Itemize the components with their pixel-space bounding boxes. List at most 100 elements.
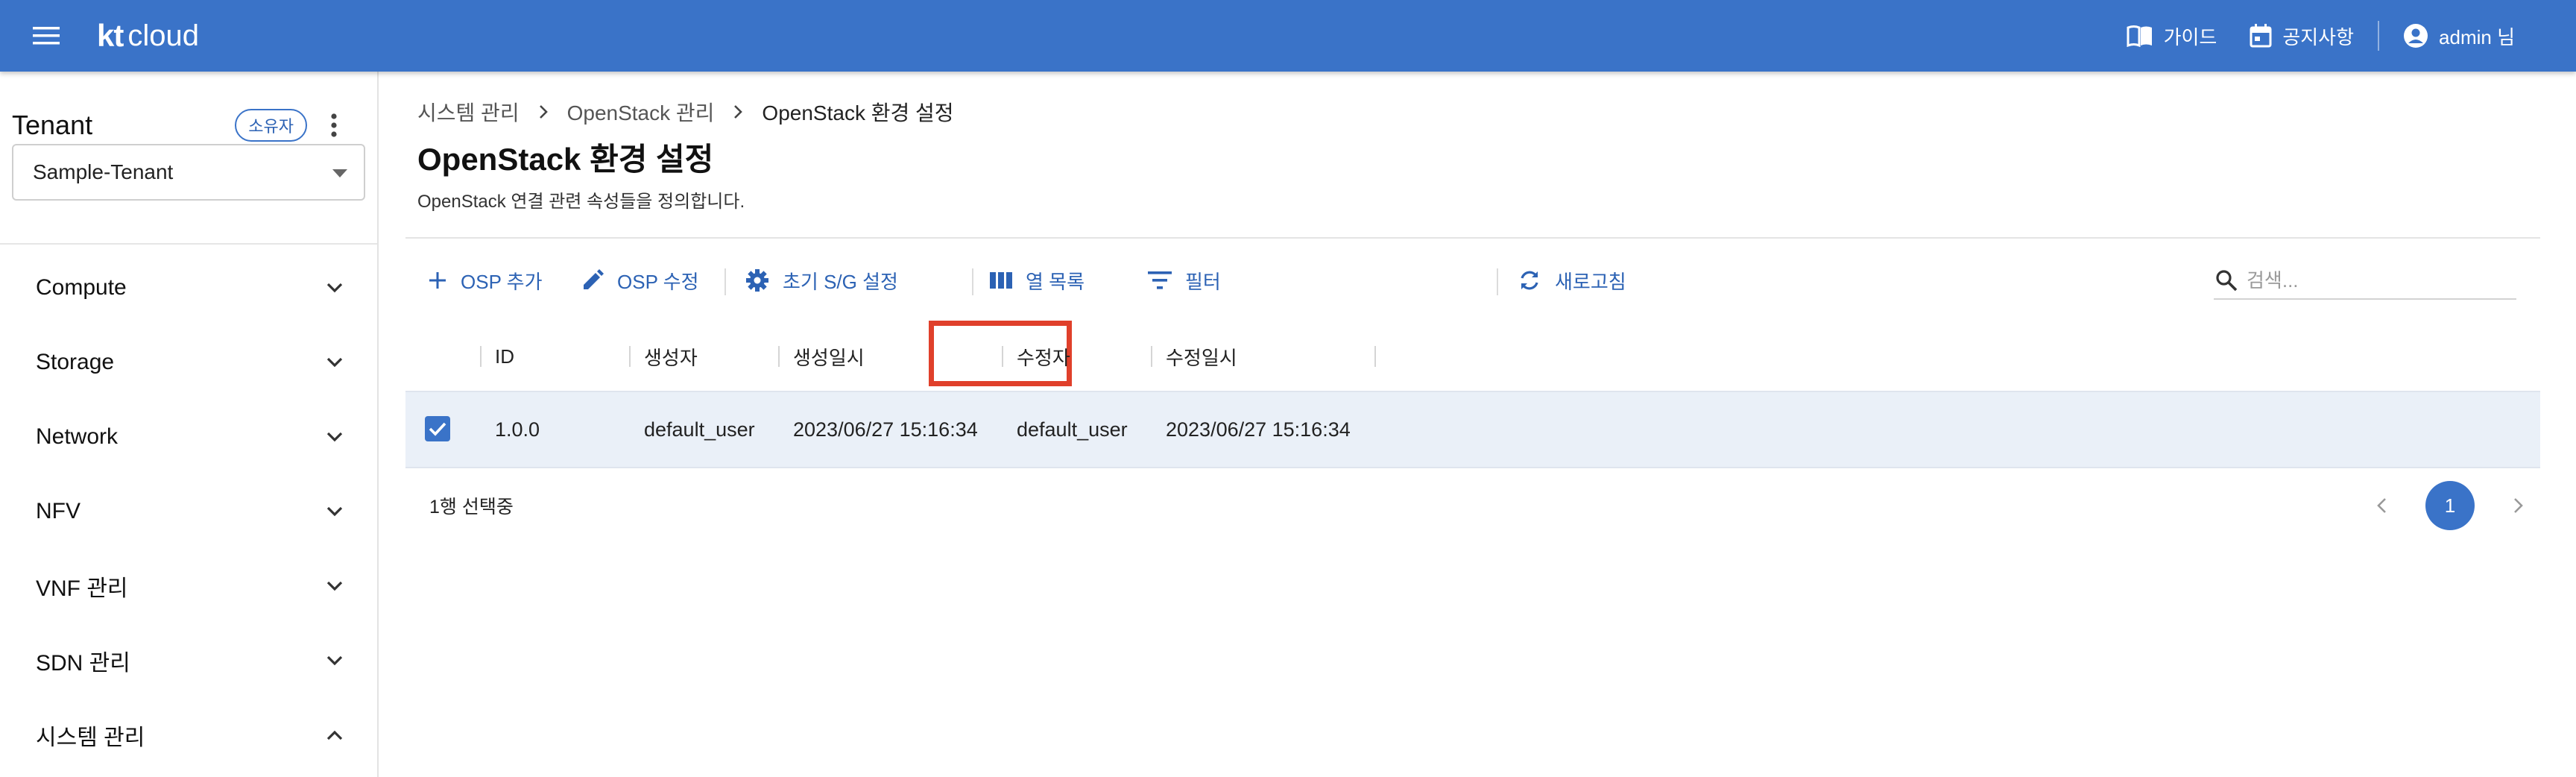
gear-icon — [745, 268, 769, 292]
sidebar-item-label: NFV — [36, 499, 80, 523]
tenant-select[interactable]: Sample-Tenant — [12, 144, 365, 201]
view-column-icon — [990, 272, 1012, 289]
sidebar-item-label: VNF 관리 — [36, 576, 128, 601]
prev-page-icon[interactable] — [2370, 491, 2393, 520]
pencil-icon — [581, 269, 604, 292]
sidebar-item-label: 시스템 관리 — [36, 726, 145, 750]
toolbar-divider — [972, 268, 973, 295]
chevron-down-icon — [326, 283, 343, 293]
add-osp-label: OSP 추가 — [461, 270, 543, 293]
toolbar-divider — [724, 268, 726, 295]
sidebar: Tenant 소유자 Sample-Tenant Compute Storage… — [0, 72, 379, 777]
column-separator — [1374, 346, 1376, 367]
check-icon — [429, 421, 446, 436]
column-header-creator[interactable]: 생성자 — [644, 324, 698, 389]
guide-label: 가이드 — [2163, 25, 2217, 48]
chevron-right-icon — [539, 104, 548, 119]
chevron-down-icon — [326, 655, 343, 666]
cell-creator: default_user — [644, 418, 755, 441]
sidebar-item-nfv[interactable]: NFV — [0, 474, 377, 549]
page-description: OpenStack 연결 관련 속성들을 정의합니다. — [417, 192, 745, 212]
column-separator — [629, 346, 631, 367]
column-separator — [480, 346, 482, 367]
search-input[interactable] — [2247, 268, 2500, 292]
next-page-icon[interactable] — [2507, 491, 2530, 520]
refresh-icon — [1518, 268, 1541, 292]
refresh-button[interactable]: 새로고침 — [1518, 245, 1626, 316]
columns-label: 열 목록 — [1026, 270, 1085, 293]
kt-cloud-logo[interactable]: kt cloud — [97, 13, 199, 58]
sidebar-nav: Compute Storage Network NFV VNF 관리 SDN 관… — [0, 251, 377, 773]
sidebar-item-label: Storage — [36, 350, 115, 374]
sidebar-item-sdn[interactable]: SDN 관리 — [0, 623, 377, 698]
column-separator — [1002, 346, 1003, 367]
user-label: admin 님 — [2439, 25, 2515, 48]
main-content: 시스템 관리 OpenStack 관리 OpenStack 환경 설정 Open… — [380, 72, 2576, 777]
sidebar-item-label: SDN 관리 — [36, 651, 130, 676]
breadcrumb-item-current: OpenStack 환경 설정 — [762, 101, 954, 125]
chevron-down-icon — [326, 357, 343, 368]
breadcrumb-item-openstack[interactable]: OpenStack 관리 — [567, 97, 715, 127]
cell-id: 1.0.0 — [495, 418, 540, 441]
plus-icon — [428, 271, 447, 290]
sidebar-item-vnf[interactable]: VNF 관리 — [0, 549, 377, 623]
logo-kt-text: kt — [97, 18, 124, 53]
initial-sg-button[interactable]: 초기 S/G 설정 — [745, 245, 898, 316]
edit-osp-button[interactable]: OSP 수정 — [581, 245, 699, 316]
sidebar-divider — [0, 243, 377, 245]
account-circle-icon — [2403, 23, 2428, 48]
page-button-current[interactable]: 1 — [2425, 481, 2475, 530]
table-row[interactable]: 1.0.0 default_user 2023/06/27 15:16:34 d… — [405, 391, 2540, 468]
columns-button[interactable]: 열 목록 — [990, 245, 1085, 316]
cell-created: 2023/06/27 15:16:34 — [793, 418, 978, 441]
filter-label: 필터 — [1185, 270, 1221, 293]
table-header: ID 생성자 생성일시 수정자 수정일시 — [405, 324, 2540, 389]
pagination: 1 — [2370, 480, 2530, 531]
sidebar-item-storage[interactable]: Storage — [0, 325, 377, 400]
user-menu[interactable]: admin 님 — [2387, 22, 2531, 50]
column-header-id[interactable]: ID — [495, 324, 514, 389]
breadcrumb-item-system[interactable]: 시스템 관리 — [417, 97, 520, 127]
refresh-label: 새로고침 — [1555, 270, 1626, 293]
logo-cloud-text: cloud — [127, 19, 199, 52]
tenant-header: Tenant 소유자 — [12, 103, 355, 148]
top-app-bar: kt cloud 가이드 공지사항 admin 님 — [0, 0, 2576, 72]
add-osp-button[interactable]: OSP 추가 — [428, 245, 543, 316]
calendar-icon — [2250, 24, 2272, 48]
sidebar-item-network[interactable]: Network — [0, 400, 377, 474]
column-header-modified[interactable]: 수정일시 — [1166, 324, 1237, 389]
notice-link[interactable]: 공지사항 — [2233, 22, 2370, 50]
more-vert-icon[interactable] — [319, 109, 349, 142]
sidebar-item-compute[interactable]: Compute — [0, 251, 377, 325]
chevron-right-icon — [733, 104, 743, 119]
sidebar-item-label: Compute — [36, 275, 127, 300]
cell-modified: 2023/06/27 15:16:34 — [1166, 418, 1351, 441]
breadcrumb: 시스템 관리 OpenStack 관리 OpenStack 환경 설정 — [417, 97, 954, 127]
page-title: OpenStack 환경 설정 — [417, 142, 714, 177]
search-box[interactable] — [2214, 262, 2516, 300]
filter-icon — [1148, 271, 1172, 289]
column-header-modifier[interactable]: 수정자 — [1017, 324, 1070, 389]
filter-button[interactable]: 필터 — [1148, 245, 1221, 316]
table-footer: 1행 선택중 1 — [405, 470, 2540, 541]
row-checkbox[interactable] — [425, 416, 450, 441]
hamburger-menu-icon[interactable] — [30, 21, 63, 51]
tenant-title: Tenant — [12, 110, 93, 140]
sidebar-item-label: Network — [36, 424, 119, 449]
chevron-down-icon — [326, 506, 343, 517]
column-separator — [1151, 346, 1152, 367]
sidebar-item-system[interactable]: 시스템 관리 — [0, 698, 377, 773]
edit-osp-label: OSP 수정 — [617, 270, 699, 293]
initial-sg-label: 초기 S/G 설정 — [783, 270, 898, 293]
guide-link[interactable]: 가이드 — [2110, 22, 2234, 50]
header-divider — [2378, 21, 2380, 51]
header-divider — [405, 237, 2540, 239]
dropdown-arrow-icon — [332, 169, 347, 178]
tenant-select-value: Sample-Tenant — [33, 160, 174, 183]
owner-badge[interactable]: 소유자 — [235, 109, 307, 142]
column-separator — [778, 346, 780, 367]
chevron-up-icon — [326, 730, 343, 740]
column-header-created[interactable]: 생성일시 — [793, 324, 865, 389]
chevron-down-icon — [326, 581, 343, 591]
toolbar-divider-2 — [1497, 268, 1498, 295]
